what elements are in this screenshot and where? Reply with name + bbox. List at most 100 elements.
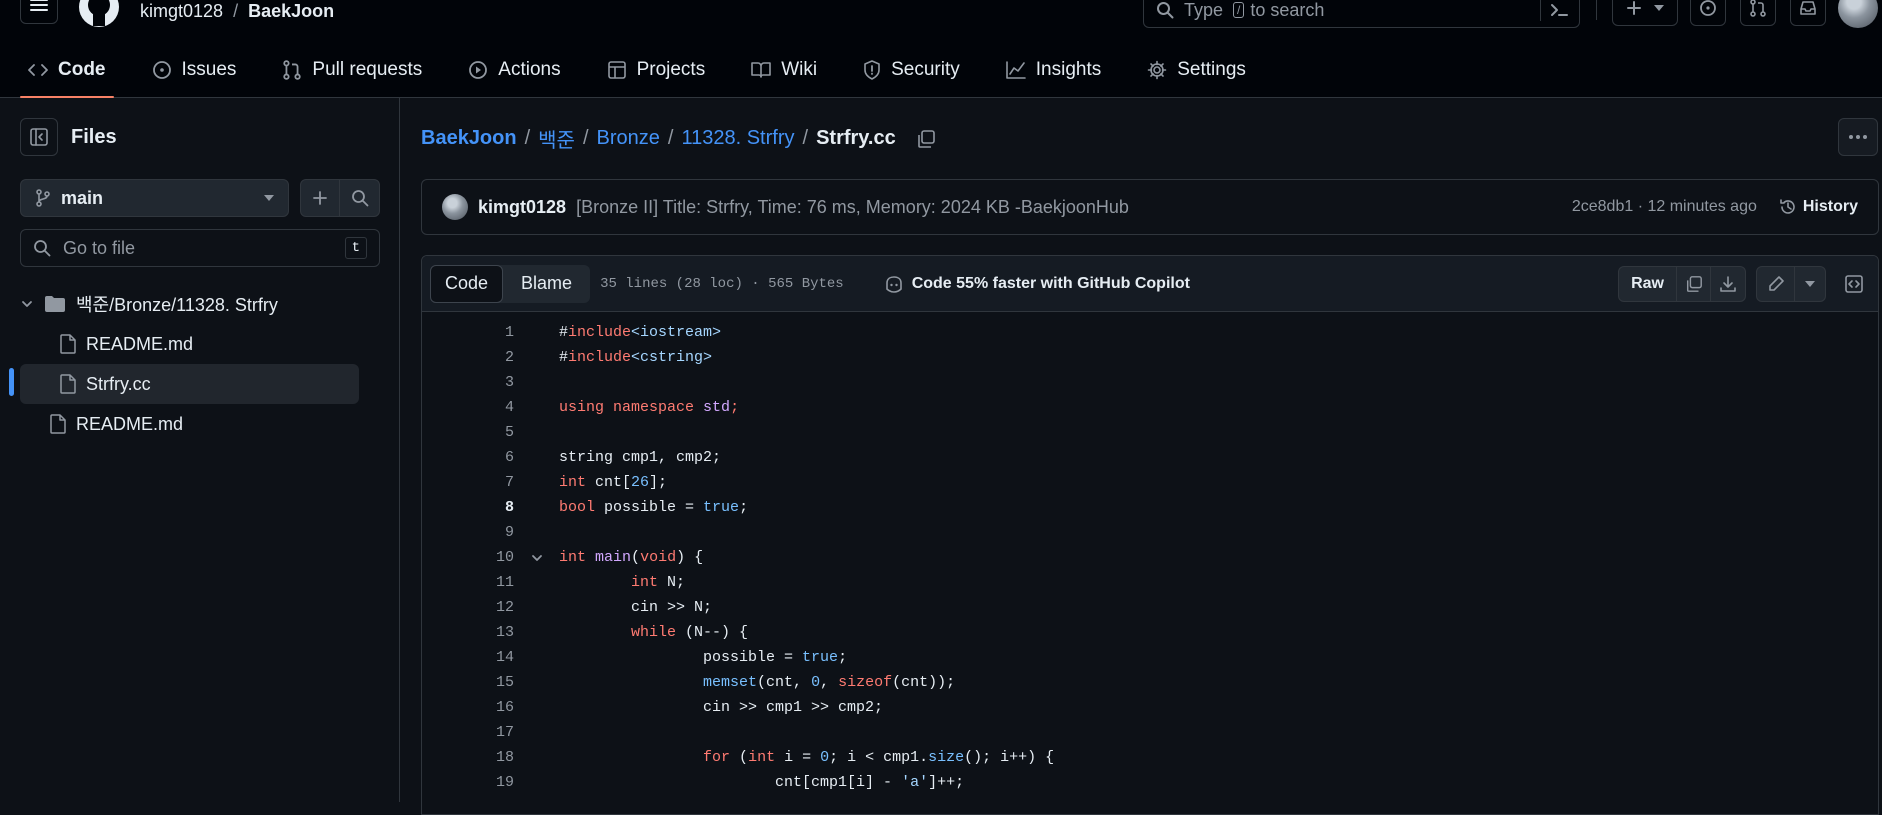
tab-security[interactable]: Security: [855, 50, 968, 90]
repo-link[interactable]: BaekJoon: [248, 1, 334, 22]
code-line[interactable]: 8 bool possible = true;: [422, 495, 1878, 520]
breadcrumb-repo[interactable]: BaekJoon: [421, 127, 517, 150]
history-icon: [1780, 199, 1795, 214]
search-files-button[interactable]: [340, 179, 379, 217]
line-number[interactable]: 8: [422, 499, 514, 516]
line-number[interactable]: 13: [422, 624, 514, 641]
breadcrumb-dir[interactable]: 11328. Strfry: [681, 127, 794, 150]
code-line[interactable]: 4 using namespace std;: [422, 395, 1878, 420]
history-button[interactable]: History: [1779, 198, 1858, 216]
download-button[interactable]: [1711, 266, 1745, 302]
line-number[interactable]: 11: [422, 574, 514, 591]
fold-gutter[interactable]: [514, 551, 559, 565]
code-line[interactable]: 14 possible = true;: [422, 645, 1878, 670]
line-number[interactable]: 12: [422, 599, 514, 616]
edit-file-button[interactable]: [1757, 265, 1795, 302]
code-line[interactable]: 5: [422, 420, 1878, 445]
code-line[interactable]: 13 while (N--) {: [422, 620, 1878, 645]
add-file-button[interactable]: [301, 179, 341, 217]
code-line[interactable]: 10 int main(void) {: [422, 545, 1878, 570]
command-palette-icon[interactable]: [1549, 1, 1569, 19]
blame-view-tab[interactable]: Blame: [503, 265, 590, 303]
menu-button[interactable]: [20, 0, 58, 24]
github-logo[interactable]: [78, 0, 120, 28]
code-viewer[interactable]: 1 #include<iostream> 2 #include<cstring> 3 4 u…: [422, 312, 1878, 814]
tree-file-item[interactable]: README.md: [60, 324, 360, 364]
commit-meta[interactable]: 2ce8db1 · 12 minutes ago: [1572, 198, 1757, 216]
code-line[interactable]: 6 string cmp1, cmp2;: [422, 445, 1878, 470]
copilot-promo[interactable]: Code 55% faster with GitHub Copilot: [884, 275, 1190, 293]
commit-message[interactable]: [Bronze II] Title: Strfry, Time: 76 ms, …: [576, 197, 1562, 218]
tree-file-item-selected[interactable]: Strfry.cc: [20, 364, 359, 404]
line-number[interactable]: 14: [422, 649, 514, 666]
line-source: int N;: [631, 574, 686, 591]
code-line[interactable]: 16 cin >> cmp1 >> cmp2;: [422, 695, 1878, 720]
tree-file-item[interactable]: README.md: [50, 404, 360, 444]
create-new-button[interactable]: [1612, 0, 1678, 26]
global-header: kimgt0128 / BaekJoon Type / to search Co…: [0, 0, 1882, 98]
raw-button[interactable]: Raw: [1619, 265, 1677, 302]
tab-settings[interactable]: Settings: [1139, 50, 1254, 90]
copy-path-button[interactable]: [916, 129, 936, 149]
code-line[interactable]: 12 cin >> N;: [422, 595, 1878, 620]
user-avatar[interactable]: [1838, 0, 1878, 28]
tab-issues[interactable]: Issues: [144, 50, 245, 90]
code-line[interactable]: 19 cnt[cmp1[i] - 'a']++;: [422, 770, 1878, 795]
line-number[interactable]: 17: [422, 724, 514, 741]
code-line[interactable]: 15 memset(cnt, 0, sizeof(cnt));: [422, 670, 1878, 695]
edit-actions-group: [1756, 265, 1826, 302]
line-number[interactable]: 7: [422, 474, 514, 491]
code-line[interactable]: 18 for (int i = 0; i < cmp1.size(); i++)…: [422, 745, 1878, 770]
line-number[interactable]: 10: [422, 549, 514, 566]
line-source: #include<cstring>: [559, 349, 713, 366]
tab-code[interactable]: Code: [20, 50, 114, 98]
line-number[interactable]: 18: [422, 749, 514, 766]
line-number[interactable]: 6: [422, 449, 514, 466]
tab-wiki[interactable]: Wiki: [743, 50, 825, 90]
branch-selector[interactable]: main: [20, 179, 289, 217]
tab-pull-requests[interactable]: Pull requests: [274, 50, 430, 90]
commit-author[interactable]: kimgt0128: [478, 197, 566, 218]
line-number[interactable]: 19: [422, 774, 514, 791]
line-number[interactable]: 5: [422, 424, 514, 441]
line-number[interactable]: 16: [422, 699, 514, 716]
copy-raw-button[interactable]: [1677, 265, 1711, 302]
sidebar-collapse-icon: [30, 128, 48, 146]
edit-options-button[interactable]: [1795, 266, 1825, 302]
symbols-panel-button[interactable]: [1836, 266, 1872, 302]
tab-pull-requests-label: Pull requests: [312, 59, 423, 80]
line-number[interactable]: 4: [422, 399, 514, 416]
inbox-button[interactable]: [1790, 0, 1826, 26]
issues-shortcut-button[interactable]: [1690, 0, 1726, 26]
tree-folder-item[interactable]: 백준/Bronze/11328. Strfry: [20, 284, 360, 324]
global-search-input[interactable]: Type / to search: [1143, 0, 1580, 28]
code-line[interactable]: 11 int N;: [422, 570, 1878, 595]
collapse-sidebar-button[interactable]: [20, 118, 58, 156]
owner-link[interactable]: kimgt0128: [140, 1, 223, 22]
breadcrumb-dir[interactable]: Bronze: [597, 127, 660, 150]
commit-author-avatar[interactable]: [442, 194, 468, 220]
line-number[interactable]: 3: [422, 374, 514, 391]
line-source: possible = true;: [559, 649, 848, 666]
line-number[interactable]: 15: [422, 674, 514, 691]
tab-actions[interactable]: Actions: [460, 50, 568, 90]
tab-insights[interactable]: Insights: [998, 50, 1109, 90]
pull-requests-shortcut-button[interactable]: [1740, 0, 1776, 26]
gear-icon: [1147, 60, 1167, 80]
line-number[interactable]: 9: [422, 524, 514, 541]
code-line[interactable]: 17: [422, 720, 1878, 745]
code-line[interactable]: 3: [422, 370, 1878, 395]
tab-projects[interactable]: Projects: [599, 50, 714, 90]
breadcrumb-dir[interactable]: 백준: [538, 124, 575, 153]
more-options-button[interactable]: [1838, 118, 1878, 156]
line-number[interactable]: 1: [422, 324, 514, 341]
code-line[interactable]: 1 #include<iostream>: [422, 320, 1878, 345]
code-line[interactable]: 7 int cnt[26];: [422, 470, 1878, 495]
go-to-file-input[interactable]: Go to file t: [20, 229, 380, 267]
code-line[interactable]: 2 #include<cstring>: [422, 345, 1878, 370]
code-line[interactable]: 9: [422, 520, 1878, 545]
issue-icon: [1700, 0, 1716, 16]
line-number[interactable]: 2: [422, 349, 514, 366]
inbox-icon: [1800, 1, 1816, 15]
code-view-tab[interactable]: Code: [430, 264, 504, 303]
